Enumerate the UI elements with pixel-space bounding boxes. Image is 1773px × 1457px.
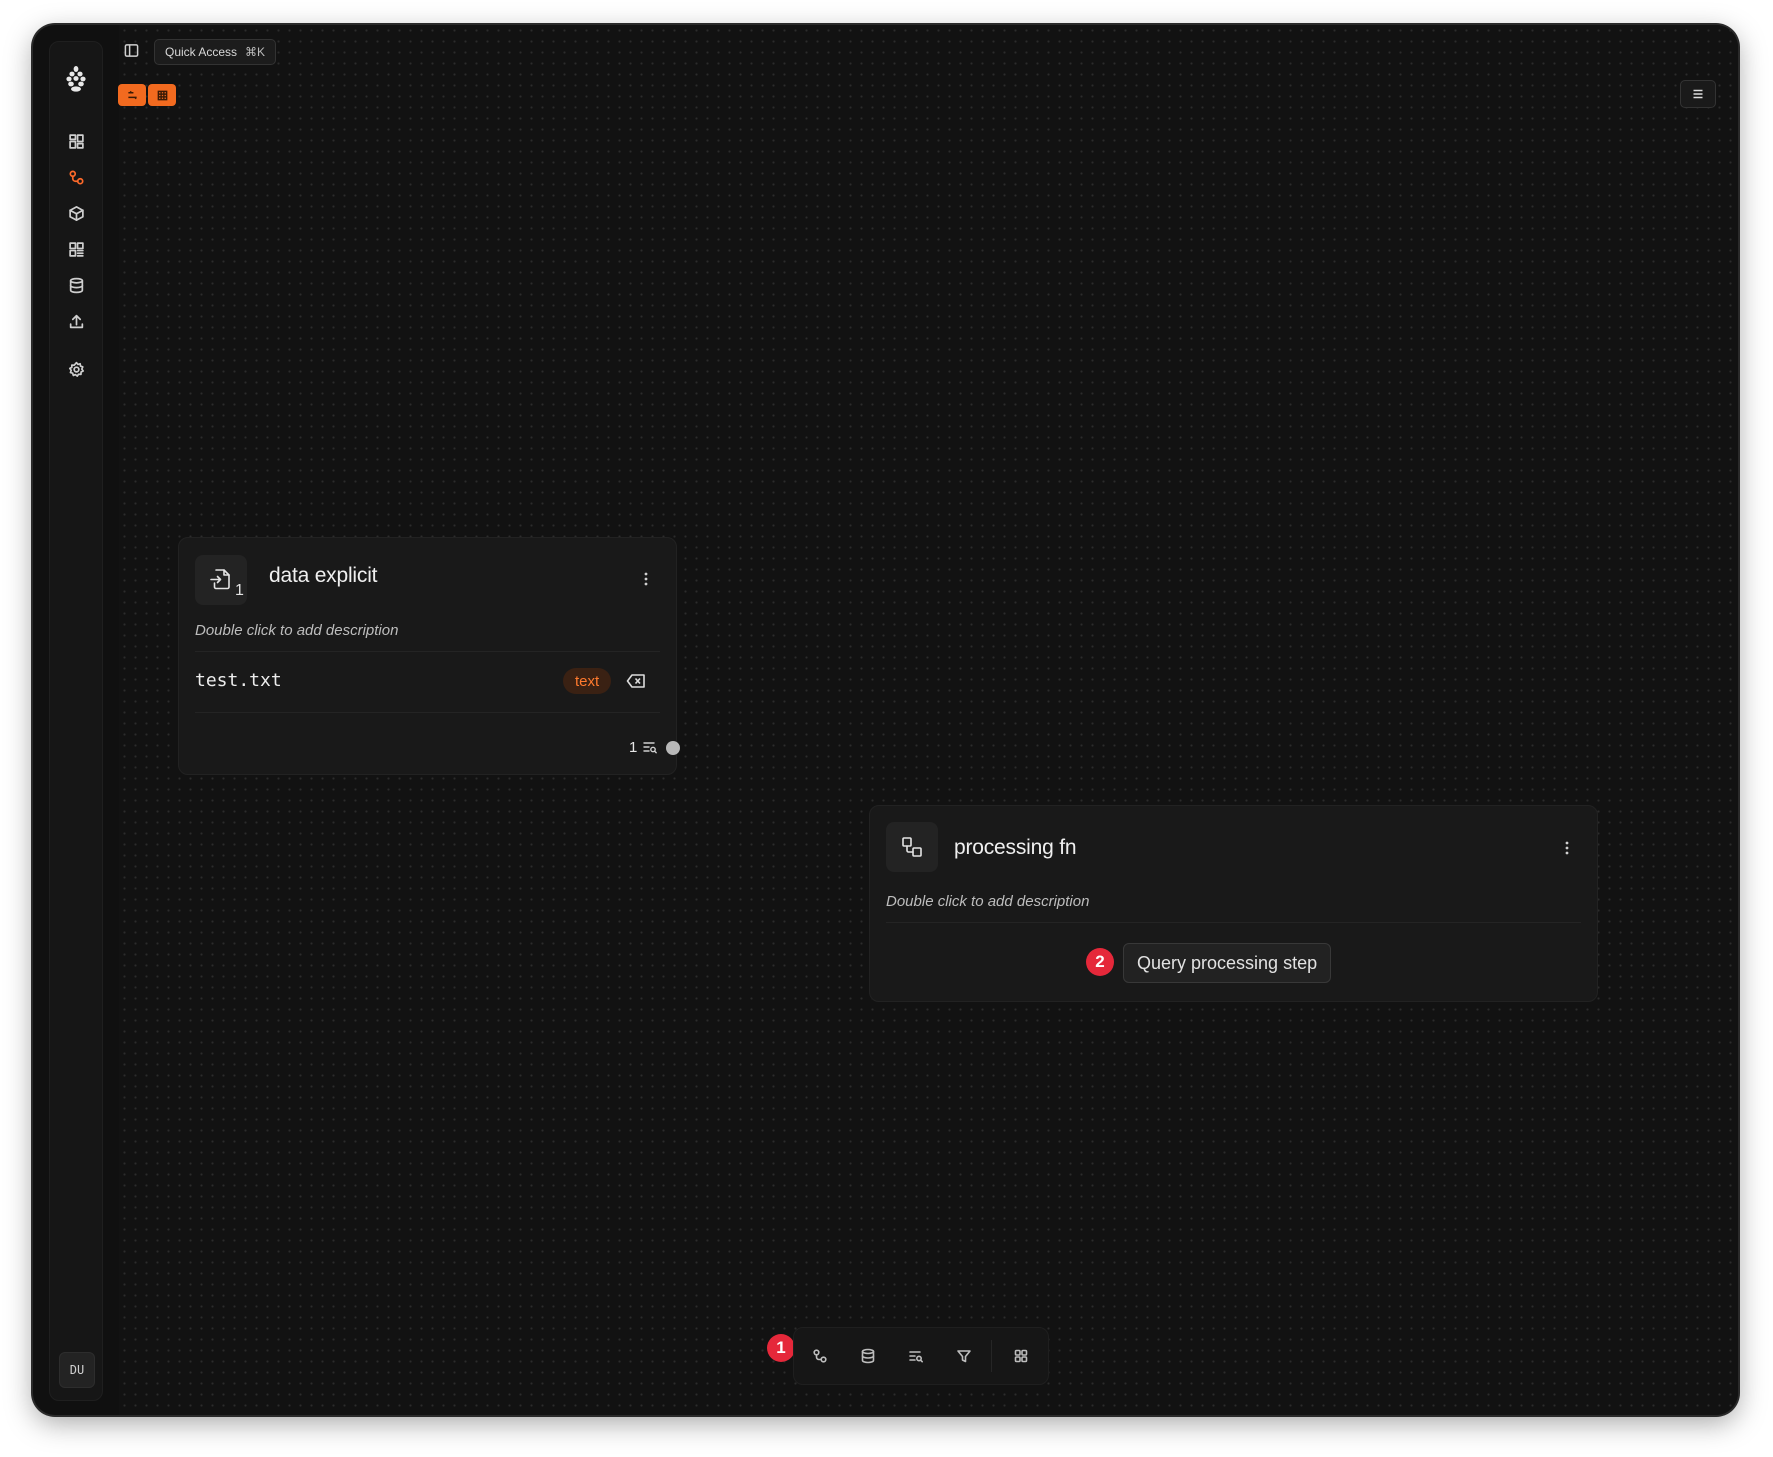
app-window: DU Quick Access ⌘K 1 data explicit Doubl… — [33, 25, 1738, 1415]
kebab-icon — [644, 572, 648, 586]
sidebar-item-pipelines[interactable] — [61, 162, 91, 192]
grid-icon — [1014, 1349, 1028, 1363]
processing-node-description[interactable]: Double click to add description — [886, 893, 1089, 910]
file-name: test.txt — [195, 670, 282, 691]
quick-access-button[interactable]: Quick Access ⌘K — [154, 39, 277, 65]
processing-node[interactable]: processing fn Double click to add descri… — [869, 805, 1598, 1002]
filter-icon — [957, 1350, 971, 1363]
query-processing-step-button[interactable]: Query processing step — [1123, 943, 1332, 983]
quick-access-shortcut: ⌘K — [245, 45, 266, 59]
step-badge: 2 — [1086, 948, 1114, 976]
sidebar-item-models[interactable] — [61, 198, 91, 228]
dashboard-icon — [68, 133, 84, 149]
query-list-icon — [642, 739, 658, 755]
menu-button[interactable] — [1680, 80, 1716, 108]
add-filter-tool[interactable] — [950, 1342, 978, 1370]
table-view-button[interactable] — [148, 84, 176, 106]
processing-node-title[interactable]: processing fn — [954, 836, 1077, 860]
data-node-title[interactable]: data explicit — [269, 564, 377, 588]
cube-icon — [68, 205, 84, 221]
sidebar-item-dashboard[interactable] — [61, 126, 91, 156]
pipeline-icon — [68, 169, 84, 185]
toolbar-divider — [991, 1340, 992, 1372]
output-count: 1 — [629, 739, 638, 756]
menu-icon — [1693, 89, 1703, 99]
add-component-tool[interactable] — [1007, 1342, 1035, 1370]
toolbar-badge: 1 — [767, 1334, 795, 1362]
sidebar-item-database[interactable] — [61, 270, 91, 300]
add-query-tool[interactable] — [902, 1342, 930, 1370]
quick-access-label: Quick Access — [165, 45, 238, 59]
flow-icon — [127, 90, 137, 99]
remove-file-button[interactable] — [625, 670, 647, 692]
logo-icon[interactable] — [59, 62, 93, 96]
avatar[interactable]: DU — [59, 1352, 95, 1388]
gear-icon — [68, 361, 84, 377]
query-icon — [909, 1351, 923, 1363]
sidebar-item-settings[interactable] — [61, 354, 91, 384]
components-icon — [68, 241, 84, 257]
file-count: 1 — [235, 582, 244, 599]
backspace-icon — [626, 674, 645, 688]
upload-icon — [69, 314, 83, 328]
file-import-icon: 1 — [195, 555, 247, 605]
table-icon — [157, 90, 167, 100]
sidebar-item-components[interactable] — [61, 234, 91, 264]
output-handle[interactable] — [666, 741, 680, 755]
add-pipeline-tool[interactable] — [806, 1342, 834, 1370]
function-icon — [886, 822, 938, 872]
data-node-description[interactable]: Double click to add description — [195, 622, 398, 639]
data-node[interactable]: 1 data explicit Double click to add desc… — [178, 537, 680, 775]
flow-view-button[interactable] — [118, 84, 146, 106]
sidebar-toggle-icon — [124, 43, 138, 57]
sidebar-item-upload[interactable] — [61, 306, 91, 336]
pipeline-icon — [813, 1349, 827, 1363]
database-icon — [69, 277, 83, 293]
bottom-toolbar — [793, 1327, 1049, 1385]
toggle-sidebar-button[interactable] — [122, 41, 140, 59]
file-type-badge: text — [563, 668, 612, 694]
kebab-icon — [1565, 841, 1569, 855]
database-icon — [861, 1348, 875, 1364]
add-data-tool[interactable] — [854, 1342, 882, 1370]
data-node-menu-button[interactable] — [636, 567, 656, 591]
processing-node-menu-button[interactable] — [1557, 836, 1577, 860]
sidebar: DU — [49, 41, 103, 1401]
